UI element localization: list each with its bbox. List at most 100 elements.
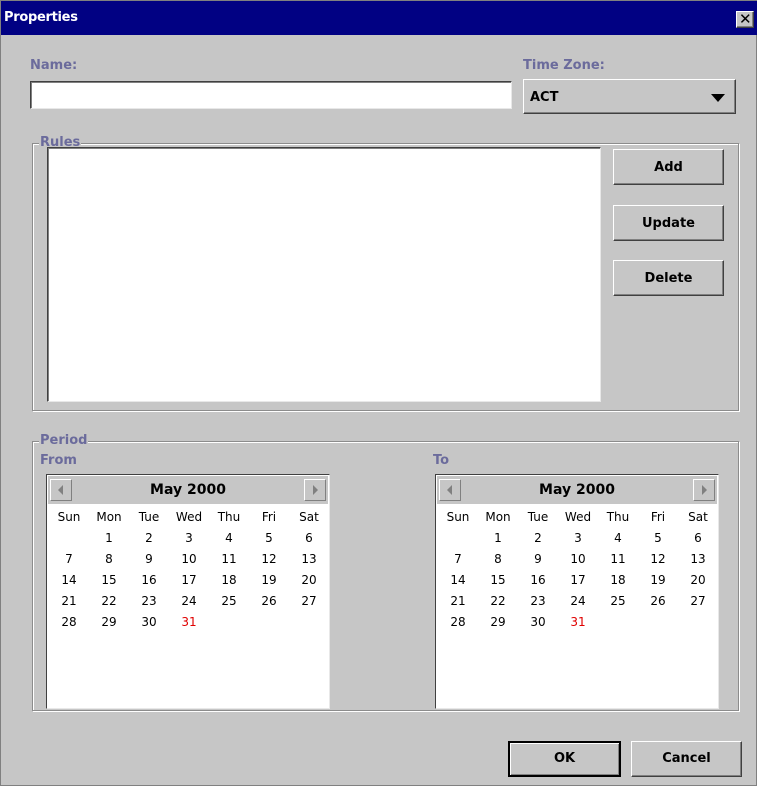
day-cell[interactable]: 2 (129, 528, 169, 549)
day-cell[interactable]: 21 (438, 591, 478, 612)
period-group-title: Period (39, 433, 89, 448)
day-cell[interactable]: 1 (89, 528, 129, 549)
week-row: 14 15 16 17 18 19 20 (49, 570, 329, 591)
day-cell[interactable]: 23 (129, 591, 169, 612)
from-calendar: May 2000 Sun Mon Tue Wed Thu Fri Sat 1 2 3 4 5 6 7 8 9 1… (46, 474, 330, 709)
week-row: 14 15 16 17 18 19 20 (438, 570, 718, 591)
chevron-left-icon (447, 485, 452, 495)
day-cell[interactable]: 18 (598, 570, 638, 591)
time-zone-value: ACT (530, 90, 559, 105)
close-icon: ✕ (739, 10, 752, 28)
day-cell[interactable]: 13 (289, 549, 329, 570)
day-cell[interactable]: 27 (289, 591, 329, 612)
week-row: 123456 (49, 528, 329, 549)
week-row: 7 8 9 10 11 12 13 (49, 549, 329, 570)
day-cell[interactable]: 21 (49, 591, 89, 612)
day-cell[interactable]: 15 (478, 570, 518, 591)
day-cell[interactable]: 22 (89, 591, 129, 612)
day-cell[interactable]: 14 (438, 570, 478, 591)
day-cell[interactable]: 16 (129, 570, 169, 591)
day-cell[interactable]: 18 (209, 570, 249, 591)
day-cell[interactable]: 29 (478, 612, 518, 633)
title-bar[interactable]: Properties ✕ (1, 1, 757, 35)
weekday-label: Thu (606, 510, 630, 524)
day-cell[interactable]: 3 (558, 528, 598, 549)
day-cell[interactable]: 26 (249, 591, 289, 612)
day-cell[interactable]: 8 (89, 549, 129, 570)
add-button[interactable]: Add (613, 149, 724, 185)
to-next-month-button[interactable] (693, 479, 715, 501)
cancel-button[interactable]: Cancel (631, 741, 742, 777)
ok-button[interactable]: OK (508, 741, 621, 777)
from-next-month-button[interactable] (304, 479, 326, 501)
day-cell[interactable]: 6 (289, 528, 329, 549)
day-cell[interactable]: 7 (438, 549, 478, 570)
from-prev-month-button[interactable] (50, 479, 72, 501)
weekday-label: Mon (96, 510, 122, 524)
to-prev-month-button[interactable] (439, 479, 461, 501)
day-cell[interactable]: 28 (49, 612, 89, 633)
day-cell[interactable]: 17 (558, 570, 598, 591)
day-cell[interactable]: 2 (518, 528, 558, 549)
empty-day-cell (678, 612, 718, 633)
day-cell[interactable]: 22 (478, 591, 518, 612)
day-cell[interactable]: 11 (598, 549, 638, 570)
weekday-label: Sat (299, 510, 319, 524)
day-cell[interactable]: 30 (518, 612, 558, 633)
day-cell[interactable]: 10 (558, 549, 598, 570)
week-row: 21 22 23 24 25 26 27 (49, 591, 329, 612)
day-cell[interactable]: 24 (169, 591, 209, 612)
day-cell[interactable]: 20 (289, 570, 329, 591)
day-cell[interactable]: 13 (678, 549, 718, 570)
day-cell[interactable]: 6 (678, 528, 718, 549)
to-calendar-header: May 2000 (437, 476, 717, 504)
time-zone-dropdown[interactable]: ACT (523, 79, 736, 114)
to-calendar-grid: Sun Mon Tue Wed Thu Fri Sat 1 2 3 4 5 6 7 8 9 10 11 12 13 14… (438, 507, 718, 633)
day-cell[interactable]: 14 (49, 570, 89, 591)
day-cell[interactable]: 10 (169, 549, 209, 570)
day-cell[interactable]: 5 (249, 528, 289, 549)
day-cell[interactable]: 12 (638, 549, 678, 570)
weekday-label: Sun (446, 510, 470, 524)
day-cell[interactable]: 24 (558, 591, 598, 612)
day-cell[interactable]: 29 (89, 612, 129, 633)
day-cell[interactable]: 9 (129, 549, 169, 570)
day-cell[interactable]: 9 (518, 549, 558, 570)
day-cell[interactable]: 3 (169, 528, 209, 549)
empty-day-cell (289, 612, 329, 633)
day-cell[interactable]: 5 (638, 528, 678, 549)
day-cell[interactable]: 17 (169, 570, 209, 591)
day-cell[interactable]: 11 (209, 549, 249, 570)
update-button[interactable]: Update (613, 205, 724, 241)
day-cell[interactable]: 16 (518, 570, 558, 591)
day-cell[interactable]: 20 (678, 570, 718, 591)
window-title: Properties (4, 10, 78, 25)
empty-day-cell (49, 528, 89, 549)
day-cell[interactable]: 19 (638, 570, 678, 591)
day-cell[interactable]: 31 (169, 612, 209, 633)
day-cell[interactable]: 7 (49, 549, 89, 570)
day-cell[interactable]: 1 (478, 528, 518, 549)
close-button[interactable]: ✕ (736, 10, 754, 28)
day-cell[interactable]: 27 (678, 591, 718, 612)
chevron-down-icon[interactable] (711, 94, 725, 102)
day-cell[interactable]: 4 (209, 528, 249, 549)
chevron-right-icon (702, 485, 707, 495)
day-cell[interactable]: 23 (518, 591, 558, 612)
day-cell[interactable]: 31 (558, 612, 598, 633)
day-cell[interactable]: 26 (638, 591, 678, 612)
day-cell[interactable]: 25 (598, 591, 638, 612)
day-cell[interactable]: 25 (209, 591, 249, 612)
weekday-label: Fri (650, 510, 666, 524)
day-cell[interactable]: 4 (598, 528, 638, 549)
name-input[interactable] (30, 81, 512, 109)
day-cell[interactable]: 8 (478, 549, 518, 570)
day-cell[interactable]: 12 (249, 549, 289, 570)
from-month-title: May 2000 (150, 482, 226, 498)
delete-button[interactable]: Delete (613, 260, 724, 296)
day-cell[interactable]: 19 (249, 570, 289, 591)
rules-list[interactable] (47, 147, 601, 402)
day-cell[interactable]: 15 (89, 570, 129, 591)
day-cell[interactable]: 30 (129, 612, 169, 633)
day-cell[interactable]: 28 (438, 612, 478, 633)
